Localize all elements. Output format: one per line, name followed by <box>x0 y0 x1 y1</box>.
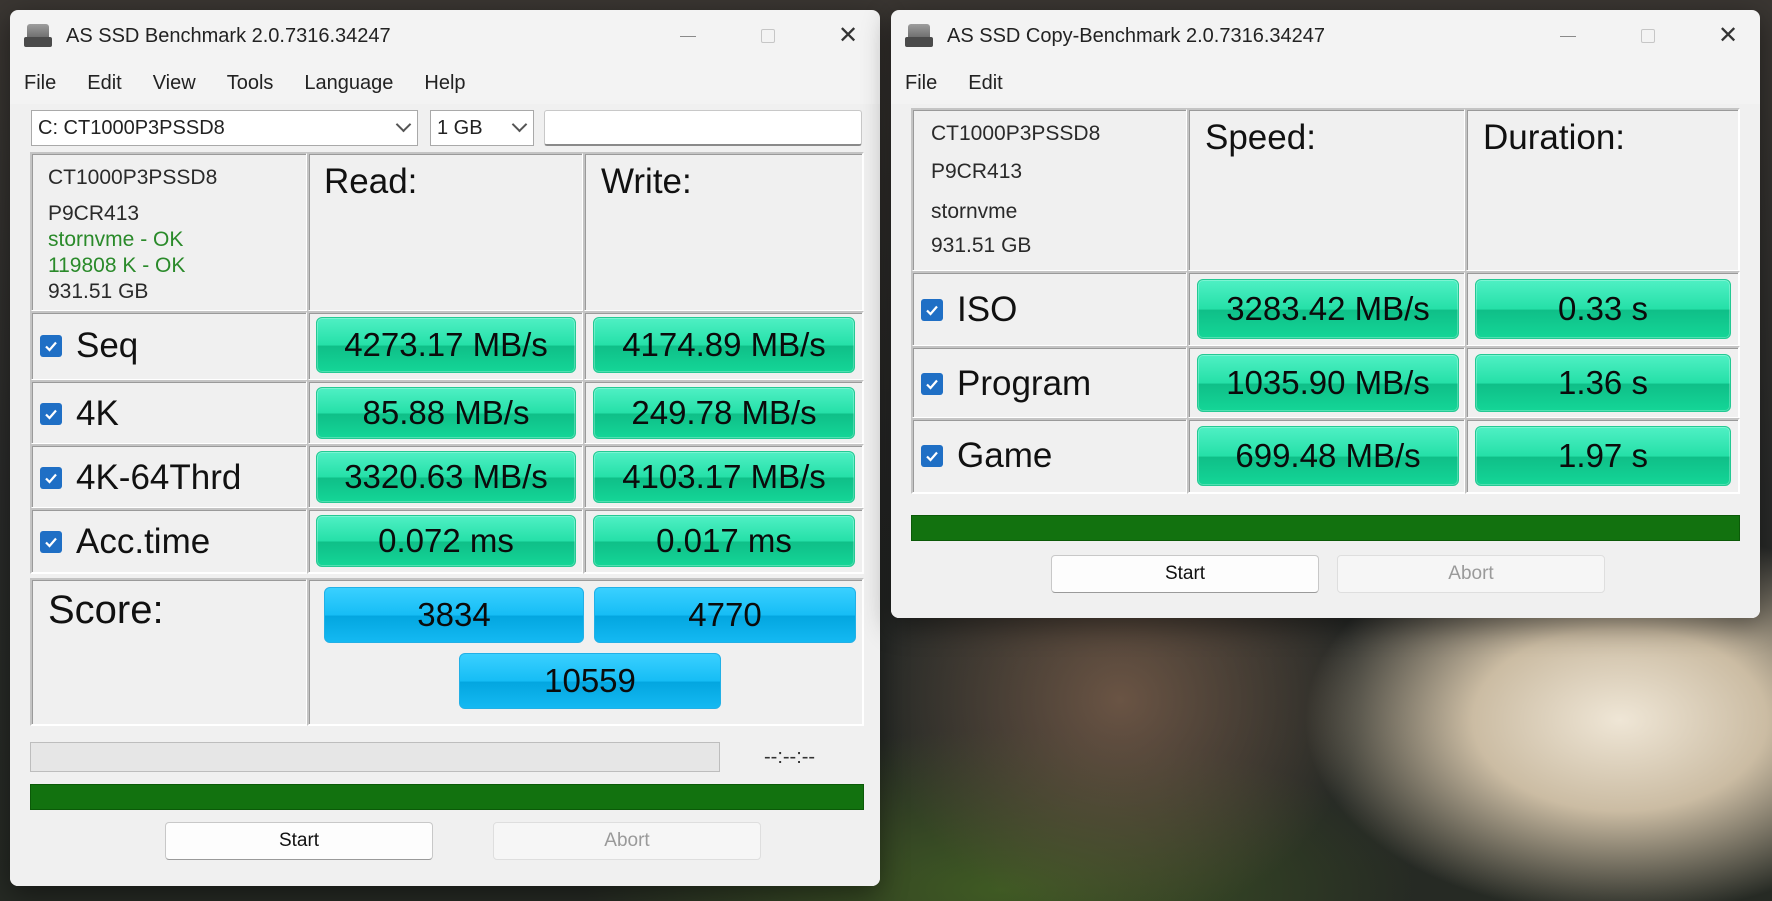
checkbox-checked-icon[interactable] <box>40 467 62 489</box>
checkbox-checked-icon[interactable] <box>921 445 943 467</box>
game-speed-result: 699.48 MB/s <box>1197 426 1459 486</box>
copy-benchmark-window: AS SSD Copy-Benchmark 2.0.7316.34247 ✕ F… <box>891 10 1760 618</box>
game-test-toggle[interactable]: Game <box>921 436 1052 476</box>
4k64-read-result: 3320.63 MB/s <box>316 451 576 503</box>
drive-capacity: 931.51 GB <box>931 234 1032 257</box>
abort-button: Abort <box>493 822 761 860</box>
seq-test-toggle[interactable]: Seq <box>40 326 138 366</box>
menu-file[interactable]: File <box>24 68 56 99</box>
checkbox-checked-icon[interactable] <box>40 531 62 553</box>
4k-read-result: 85.88 MB/s <box>316 387 576 439</box>
menu-view[interactable]: View <box>153 68 196 99</box>
drive-model: CT1000P3PSSD8 <box>931 122 1101 145</box>
minimize-button[interactable] <box>670 18 706 54</box>
menu-tools[interactable]: Tools <box>227 68 274 99</box>
program-duration-result: 1.36 s <box>1475 354 1731 412</box>
4k-label: 4K <box>76 394 119 433</box>
driver-status: stornvme - OK <box>48 228 184 251</box>
size-select[interactable]: 1 GB <box>430 110 534 146</box>
minimize-icon <box>680 35 696 37</box>
benchmark-window: AS SSD Benchmark 2.0.7316.34247 ✕ File E… <box>10 10 880 886</box>
drive-capacity: 931.51 GB <box>48 280 149 303</box>
alignment-status: 119808 K - OK <box>48 254 186 277</box>
window-title: AS SSD Benchmark 2.0.7316.34247 <box>66 24 391 47</box>
menu-file[interactable]: File <box>905 68 937 99</box>
iso-test-toggle[interactable]: ISO <box>921 290 1017 330</box>
status-textbox[interactable] <box>544 110 862 146</box>
close-icon: ✕ <box>1717 22 1739 49</box>
menu-bar: File Edit <box>891 62 1760 104</box>
start-button[interactable]: Start <box>165 822 433 860</box>
title-bar[interactable]: AS SSD Copy-Benchmark 2.0.7316.34247 ✕ <box>891 10 1760 62</box>
program-speed-result: 1035.90 MB/s <box>1197 354 1459 412</box>
size-select-value: 1 GB <box>437 116 483 139</box>
acctime-label: Acc.time <box>76 522 211 561</box>
seq-label: Seq <box>76 326 139 365</box>
maximize-icon <box>761 29 775 43</box>
maximize-button <box>1630 18 1666 54</box>
close-icon: ✕ <box>837 22 859 49</box>
checkbox-checked-icon[interactable] <box>40 335 62 357</box>
4k-test-toggle[interactable]: 4K <box>40 394 119 434</box>
acctime-read-result: 0.072 ms <box>316 515 576 567</box>
start-button[interactable]: Start <box>1051 555 1319 593</box>
minimize-button[interactable] <box>1550 18 1586 54</box>
game-duration-result: 1.97 s <box>1475 426 1731 486</box>
menu-language[interactable]: Language <box>304 68 393 99</box>
iso-duration-result: 0.33 s <box>1475 279 1731 339</box>
driver-name: stornvme <box>931 200 1018 223</box>
task-progress-bar <box>30 742 720 772</box>
title-bar[interactable]: AS SSD Benchmark 2.0.7316.34247 ✕ <box>10 10 880 62</box>
4k64-write-result: 4103.17 MB/s <box>593 451 855 503</box>
speed-header: Speed: <box>1205 118 1316 157</box>
window-title: AS SSD Copy-Benchmark 2.0.7316.34247 <box>947 24 1325 47</box>
overall-progress-bar <box>30 784 864 810</box>
iso-label: ISO <box>957 290 1018 329</box>
total-score: 10559 <box>459 653 721 709</box>
read-header: Read: <box>324 162 418 201</box>
abort-button: Abort <box>1337 555 1605 593</box>
maximize-button <box>750 18 786 54</box>
checkbox-checked-icon[interactable] <box>921 373 943 395</box>
menu-bar: File Edit View Tools Language Help <box>10 62 880 104</box>
checkbox-checked-icon[interactable] <box>40 403 62 425</box>
menu-edit[interactable]: Edit <box>87 68 121 99</box>
copy-progress-bar <box>911 515 1740 541</box>
write-header: Write: <box>601 162 692 201</box>
score-label: Score: <box>48 588 164 632</box>
program-label: Program <box>957 364 1092 403</box>
time-remaining: --:--:-- <box>764 746 816 768</box>
4k-write-result: 249.78 MB/s <box>593 387 855 439</box>
drive-model: CT1000P3PSSD8 <box>48 166 218 189</box>
checkbox-checked-icon[interactable] <box>921 299 943 321</box>
seq-read-result: 4273.17 MB/s <box>316 317 576 373</box>
drive-select-value: C: CT1000P3PSSD8 <box>38 116 225 139</box>
drive-select[interactable]: C: CT1000P3PSSD8 <box>31 110 418 146</box>
iso-speed-result: 3283.42 MB/s <box>1197 279 1459 339</box>
seq-write-result: 4174.89 MB/s <box>593 317 855 373</box>
acctime-test-toggle[interactable]: Acc.time <box>40 522 210 562</box>
duration-header: Duration: <box>1483 118 1626 157</box>
chevron-down-icon <box>395 116 412 133</box>
benchmark-client-area: C: CT1000P3PSSD8 1 GB CT1000P3PSSD8 P9CR… <box>10 104 880 886</box>
close-button[interactable]: ✕ <box>830 18 866 54</box>
drive-firmware: P9CR413 <box>48 202 140 225</box>
game-label: Game <box>957 436 1053 475</box>
read-score: 3834 <box>324 587 584 643</box>
acctime-write-result: 0.017 ms <box>593 515 855 567</box>
4k64-label: 4K-64Thrd <box>76 458 242 497</box>
maximize-icon <box>1641 29 1655 43</box>
close-button[interactable]: ✕ <box>1710 18 1746 54</box>
menu-edit[interactable]: Edit <box>968 68 1002 99</box>
4k64-test-toggle[interactable]: 4K-64Thrd <box>40 458 241 498</box>
drive-firmware: P9CR413 <box>931 160 1023 183</box>
program-test-toggle[interactable]: Program <box>921 364 1091 404</box>
drive-app-icon <box>905 24 935 48</box>
write-score: 4770 <box>594 587 856 643</box>
chevron-down-icon <box>511 116 528 133</box>
copy-client-area: CT1000P3PSSD8 P9CR413 stornvme 931.51 GB… <box>891 104 1760 618</box>
minimize-icon <box>1560 35 1576 37</box>
menu-help[interactable]: Help <box>424 68 465 99</box>
drive-app-icon <box>24 24 54 48</box>
